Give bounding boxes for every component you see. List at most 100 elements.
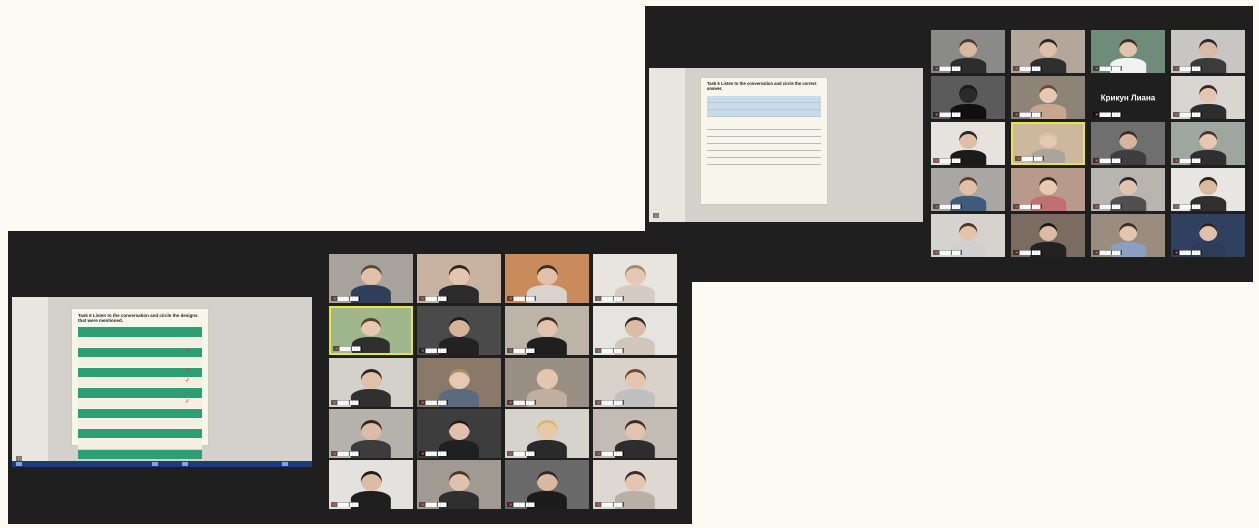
participant-video-tile[interactable]: ✖ ████ ███	[1171, 168, 1245, 211]
participant-video-tile[interactable]: ✖ ████ ███	[329, 358, 413, 407]
participant-name-label: ✖ ████ ███	[595, 400, 625, 405]
muted-mic-icon: ✖	[333, 502, 337, 507]
participant-video-tile[interactable]: ✖ ████ ███	[1011, 214, 1085, 257]
muted-mic-icon: ✖	[509, 502, 513, 507]
participant-name-label: ✖ ████ ███	[1013, 250, 1043, 255]
muted-mic-icon: ✖	[335, 346, 339, 351]
participant-name-label: ✖ ████ ███	[507, 348, 537, 353]
participant-video-tile[interactable]: ✖ ████ ███	[1171, 214, 1245, 257]
room-wall	[12, 297, 48, 465]
muted-mic-icon: ✖	[1017, 156, 1021, 161]
checkmark-icon: ✓	[184, 378, 190, 385]
participant-video-tile[interactable]: ✖ ████ ███	[593, 460, 677, 509]
checklist-row: ✓	[78, 347, 202, 357]
muted-mic-icon: ✖	[1015, 204, 1019, 209]
checklist-row	[78, 449, 202, 459]
participant-video-tile[interactable]: ✖ ████ ███	[593, 409, 677, 458]
participant-video-tile[interactable]: ✖ ████ ███	[1091, 214, 1165, 257]
checkmark-icon: ✓	[184, 398, 190, 405]
muted-mic-icon: ✖	[421, 502, 425, 507]
taskbar-icon[interactable]	[182, 462, 188, 466]
participant-name-label: ✖ ████ ███	[595, 451, 625, 456]
participant-name-label: ✖ ████ ███	[933, 250, 963, 255]
active-speaker-tile[interactable]: ✖ ████ ███	[329, 306, 413, 355]
participant-video-tile[interactable]: ✖ ████ ███	[1091, 168, 1165, 211]
participant-name-label: ✖ ████ ███	[933, 112, 963, 117]
windows-taskbar	[12, 461, 312, 467]
participant-video-tile[interactable]: ✖ ████ ███	[931, 214, 1005, 257]
participant-video-tile[interactable]: ✖ ████ ███	[417, 409, 501, 458]
muted-mic-icon: ✖	[421, 348, 425, 353]
muted-mic-icon: ✖	[1095, 250, 1099, 255]
participant-name-label: ✖ ████ ███	[419, 296, 449, 301]
participant-video-tile[interactable]: ✖ ████ ███	[1011, 30, 1085, 73]
participant-name-label: ✖ ████ ███	[507, 400, 537, 405]
muted-mic-icon: ✖	[1015, 250, 1019, 255]
participant-name-label: ✖ ████ ███	[331, 451, 361, 456]
checklist-row	[78, 439, 202, 449]
muted-mic-icon: ✖	[509, 348, 513, 353]
muted-mic-icon: ✖	[597, 348, 601, 353]
muted-mic-icon: ✖	[1095, 66, 1099, 71]
muted-mic-icon: ✖	[421, 451, 425, 456]
participant-video-tile[interactable]: ✖ ████ ███	[1171, 30, 1245, 73]
participant-video-tile[interactable]: ✖ ████ ███	[1011, 168, 1085, 211]
taskbar-icon[interactable]	[152, 462, 158, 466]
participant-video-tile[interactable]: ✖ ████ ███	[593, 254, 677, 303]
participant-name-label: ✖ ████ ███	[507, 502, 537, 507]
participant-name-label: ✖ ████ ███	[1093, 250, 1123, 255]
muted-mic-icon: ✖	[333, 400, 337, 405]
participant-video-tile[interactable]: ✖ ████ ███	[593, 358, 677, 407]
participant-video-tile[interactable]: ✖ ████ ███	[329, 460, 413, 509]
participant-video-tile[interactable]: ✖ ████ ███	[931, 168, 1005, 211]
participant-video-tile[interactable]: ✖ ████ ███	[417, 358, 501, 407]
participant-name-label: ✖ ████ ███	[507, 451, 537, 456]
taskbar-icon[interactable]	[282, 462, 288, 466]
muted-mic-icon: ✖	[1095, 158, 1099, 163]
participant-video-tile[interactable]: ✖ ████ ███	[931, 30, 1005, 73]
participant-name-label: ✖ ████ ███	[1093, 66, 1123, 71]
participant-video-tile[interactable]: ✖ ████ ███	[1171, 76, 1245, 119]
muted-mic-icon: ✖	[509, 400, 513, 405]
slide-title: Task 6 Listen to the conversation and ci…	[78, 313, 198, 324]
muted-mic-icon: ✖	[421, 400, 425, 405]
muted-mic-icon: ✖	[333, 451, 337, 456]
participant-video-tile[interactable]: ✖ ████ ███	[1091, 30, 1165, 73]
worksheet-lines	[707, 123, 821, 165]
participant-video-tile[interactable]: ✖ ████ ███	[931, 122, 1005, 165]
participant-video-tile[interactable]: ✖ ████ ███	[329, 254, 413, 303]
participant-video-tile[interactable]: ✖ ████ ███	[417, 254, 501, 303]
checklist-row	[78, 327, 202, 337]
participant-video-tile[interactable]: ✖ ████ ███	[931, 76, 1005, 119]
participant-video-tile[interactable]: ✖ ████ ███	[505, 254, 589, 303]
muted-mic-icon: ✖	[597, 296, 601, 301]
participant-name-label: ✖ ████ ███	[419, 502, 449, 507]
active-speaker-tile[interactable]: ✖ ████ ███	[1011, 122, 1085, 165]
muted-mic-icon: ✖	[597, 451, 601, 456]
participant-video-tile[interactable]: ✖ ████ ███	[1171, 122, 1245, 165]
participant-name-label: ✖ ████ ███	[1013, 112, 1043, 117]
participant-name-label: ✖ ████ ███	[419, 348, 449, 353]
worksheet-slide: Task 6 Listen to the conversation and ci…	[72, 309, 208, 459]
participant-video-tile[interactable]: ✖ ████ ███	[505, 358, 589, 407]
participant-video-tile[interactable]: ✖ ████ ███	[505, 460, 589, 509]
participant-video-tile[interactable]: ✖ ████ ███	[505, 306, 589, 355]
participant-video-tile[interactable]: ✖ ████ ███	[417, 306, 501, 355]
participant-video-tile[interactable]: ✖ ████ ███	[1091, 122, 1165, 165]
participant-video-tile[interactable]: ✖ ████ ███	[593, 306, 677, 355]
taskbar-icon[interactable]	[16, 462, 22, 466]
participant-video-tile[interactable]: ✖ ████ ███	[329, 409, 413, 458]
participant-video-tile[interactable]: ✖ ████ ███	[417, 460, 501, 509]
participant-name-label: ✖ ████ ███	[1093, 112, 1123, 117]
muted-mic-icon: ✖	[1175, 250, 1179, 255]
participant-name-label: ✖ ████ ███	[595, 348, 625, 353]
muted-mic-icon: ✖	[1175, 158, 1179, 163]
participant-video-tile[interactable]: ✖ ████ ███	[1011, 76, 1085, 119]
muted-mic-icon: ✖	[421, 296, 425, 301]
design-checklist: ✓ ✓ ✓ ✓	[78, 327, 202, 459]
participant-name-label: ✖ ████ ███	[1015, 156, 1045, 161]
participant-video-tile[interactable]: Крикун Лиана ✖ ████ ███	[1091, 76, 1165, 119]
zoom-window-top-right: Task 5 Listen to the conversation and ci…	[645, 6, 1253, 282]
participant-video-tile[interactable]: ✖ ████ ███	[505, 409, 589, 458]
participant-name-label: ✖ ████ ███	[1173, 112, 1203, 117]
